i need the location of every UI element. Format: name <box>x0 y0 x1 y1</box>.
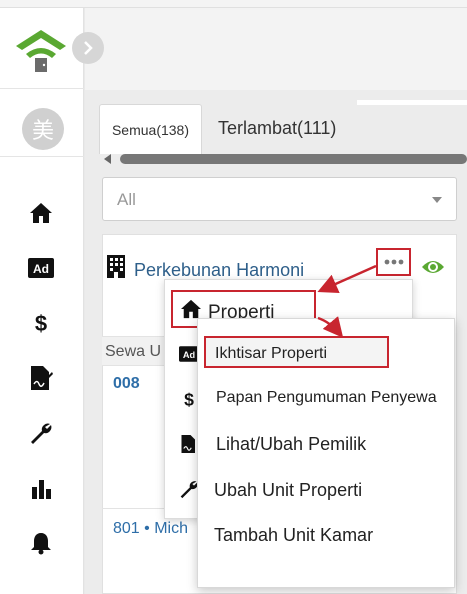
annotation-arrows <box>317 264 377 338</box>
annotation-arrow <box>317 316 344 338</box>
annotation-arrow <box>317 264 377 294</box>
